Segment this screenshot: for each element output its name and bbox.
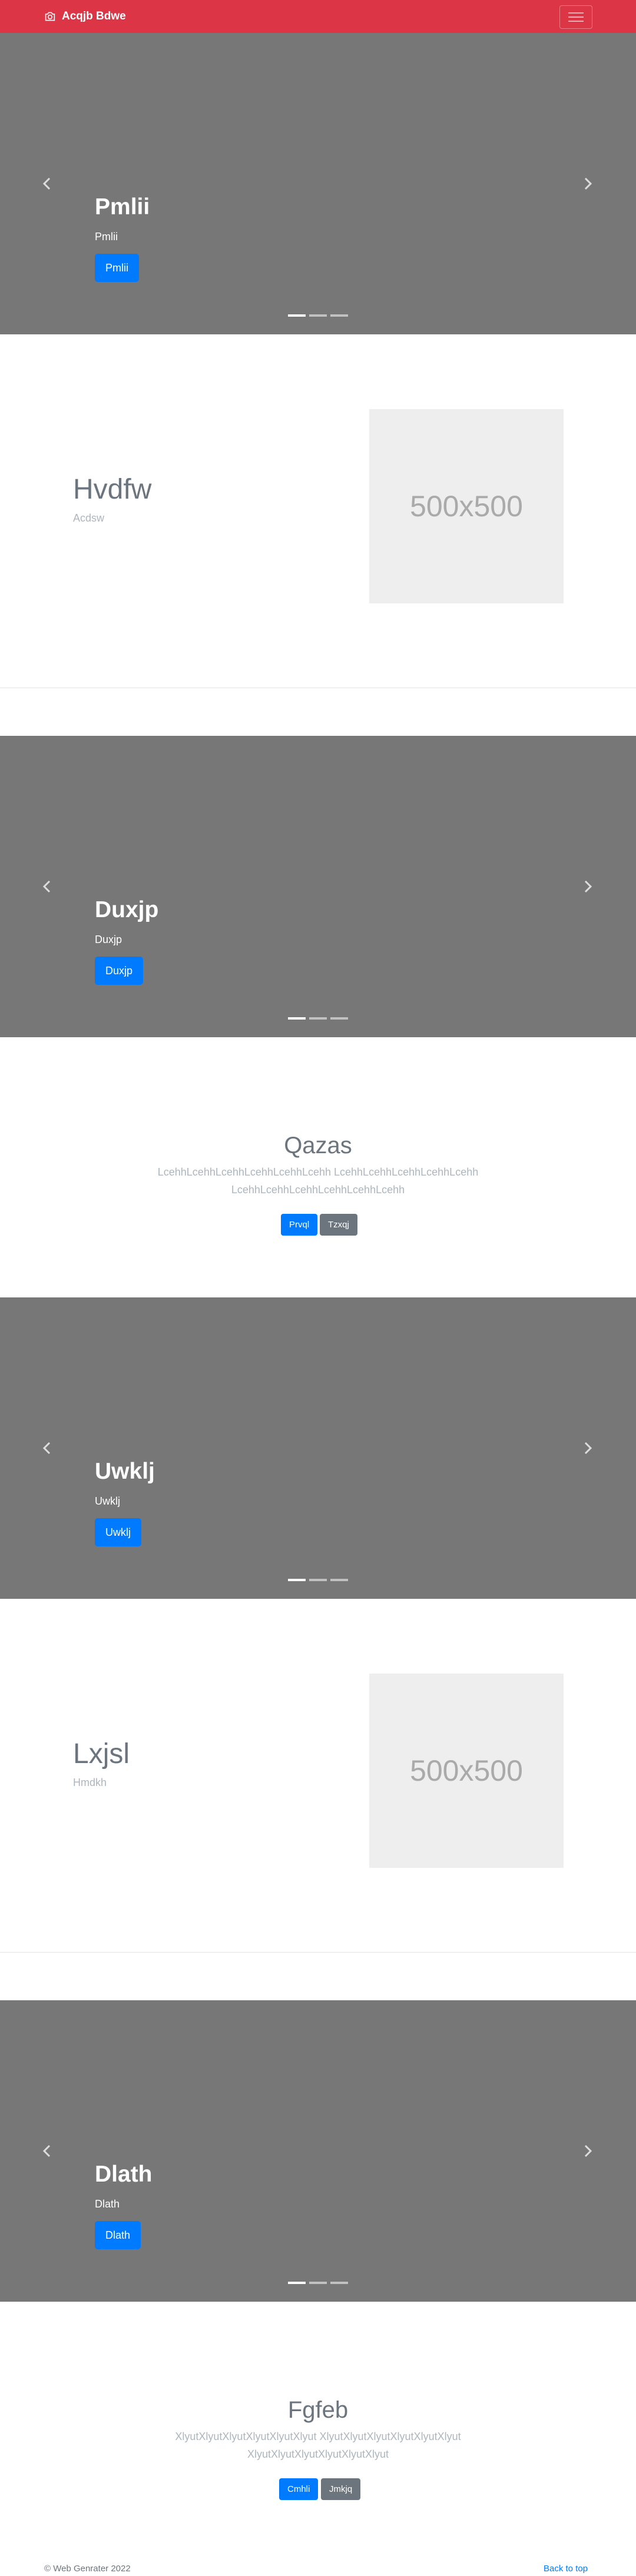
chevron-right-icon [584,1442,592,1454]
jumbotron-lead: LcehhLcehhLcehhLcehhLcehhLcehh LcehhLceh… [135,1163,501,1199]
feature-section: Lxjsl Hmdkh 500x500 [0,1599,636,1952]
jumbotron-secondary-button[interactable]: Jmkjq [321,2478,361,2500]
carousel-next-button[interactable] [576,874,599,899]
jumbotron-lead-line: LcehhLcehhLcehhLcehhLcehhLcehh [231,1184,405,1196]
brand-name[interactable]: Acqjb Bdwe [62,10,126,23]
carousel-title: Duxjp [95,897,159,922]
chevron-right-icon [584,881,592,892]
chevron-right-icon [584,2145,592,2157]
jumbotron-secondary-button[interactable]: Tzxqj [320,1214,357,1236]
carousel: Dlath Dlath Dlath [0,2000,636,2302]
jumbotron-primary-button[interactable]: Prvql [281,1214,318,1236]
feature-image-placeholder: 500x500 [369,409,564,603]
carousel-prev-button[interactable] [35,2138,59,2164]
navbar: Acqjb Bdwe [0,0,636,33]
chevron-left-icon [42,881,51,892]
carousel-cta-button[interactable]: Dlath [95,2221,141,2249]
carousel-indicator[interactable] [309,2282,327,2284]
carousel-cta-button[interactable]: Uwklj [95,1518,141,1546]
carousel: Duxjp Duxjp Duxjp [0,736,636,1037]
carousel: Uwklj Uwklj Uwklj [0,1297,636,1599]
feature-title: Hvdfw [73,474,152,505]
carousel-subtitle: Dlath [95,2198,120,2210]
carousel-indicator[interactable] [330,314,348,317]
jumbotron-title: Qazas [284,1133,352,1158]
chevron-left-icon [42,1442,51,1454]
feature-subtitle: Acdsw [73,512,105,524]
carousel-subtitle: Uwklj [95,1495,120,1507]
carousel-indicator[interactable] [288,2282,306,2284]
footer-copyright: © Web Genrater 2022 [44,2564,131,2574]
carousel-next-button[interactable] [576,1435,599,1461]
carousel-indicator[interactable] [330,1579,348,1581]
chevron-left-icon [42,178,51,190]
carousel-indicator[interactable] [309,1579,327,1581]
carousel-indicator[interactable] [288,314,306,317]
carousel-indicator[interactable] [309,314,327,317]
carousel-indicator[interactable] [288,1017,306,1020]
brand-link[interactable]: Acqjb Bdwe [44,8,126,25]
jumbotron-primary-button[interactable]: Cmhli [279,2478,319,2500]
carousel-prev-button[interactable] [35,1435,59,1461]
feature-image-placeholder: 500x500 [369,1674,564,1868]
carousel-title: Dlath [95,2162,153,2187]
carousel-prev-button[interactable] [35,171,59,197]
jumbotron-lead-line: XlyutXlyutXlyutXlyutXlyutXlyut [247,2448,389,2460]
section-divider [0,1952,636,1953]
carousel-cta-button[interactable]: Pmlii [95,254,139,282]
carousel-cta-button[interactable]: Duxjp [95,957,144,985]
camera-icon [45,12,55,21]
carousel-indicator[interactable] [330,1017,348,1020]
navbar-toggler[interactable] [559,5,592,29]
feature-subtitle: Hmdkh [73,1777,107,1788]
hamburger-icon [568,12,584,22]
feature-section: Hvdfw Acdsw 500x500 [0,334,636,688]
carousel-title: Uwklj [95,1459,155,1484]
back-to-top-link[interactable]: Back to top [544,2563,588,2575]
carousel-indicator[interactable] [288,1579,306,1581]
jumbotron-section: Fgfeb XlyutXlyutXlyutXlyutXlyutXlyut Xly… [0,2302,636,2561]
carousel-next-button[interactable] [576,2138,599,2164]
jumbotron-title: Fgfeb [287,2397,349,2423]
chevron-right-icon [584,178,592,190]
carousel-subtitle: Pmlii [95,231,118,243]
jumbotron-lead: XlyutXlyutXlyutXlyutXlyutXlyut XlyutXlyu… [135,2428,501,2463]
jumbotron-section: Qazas LcehhLcehhLcehhLcehhLcehhLcehh Lce… [0,1037,636,1296]
carousel: Pmlii Pmlii Pmlii [0,33,636,334]
feature-title: Lxjsl [73,1738,130,1770]
carousel-title: Pmlii [95,194,150,220]
jumbotron-lead-line: LcehhLcehhLcehhLcehhLcehhLcehh LcehhLceh… [157,1166,479,1178]
carousel-indicator[interactable] [330,2282,348,2284]
carousel-next-button[interactable] [576,171,599,197]
jumbotron-lead-line: XlyutXlyutXlyutXlyutXlyutXlyut XlyutXlyu… [175,2431,461,2442]
chevron-left-icon [42,2145,51,2157]
carousel-subtitle: Duxjp [95,934,122,945]
carousel-indicator[interactable] [309,1017,327,1020]
carousel-prev-button[interactable] [35,874,59,899]
